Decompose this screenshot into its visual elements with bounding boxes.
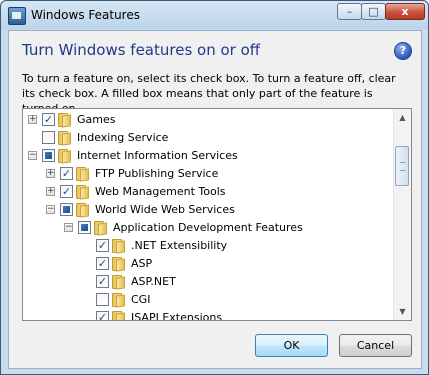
- folder-icon: [112, 257, 125, 272]
- feature-checkbox[interactable]: [42, 131, 55, 144]
- feature-row[interactable]: + ✓ FTP Publishing Service: [23, 165, 393, 183]
- feature-label: CGI: [131, 293, 151, 306]
- cancel-button[interactable]: Cancel: [339, 334, 412, 357]
- feature-checkbox[interactable]: [60, 203, 73, 216]
- help-icon[interactable]: ?: [394, 42, 412, 60]
- scroll-up-arrow-icon[interactable]: ▲: [396, 110, 409, 125]
- folder-icon: [112, 239, 125, 254]
- expand-icon[interactable]: +: [46, 187, 55, 196]
- feature-row[interactable]: ✓ .NET Extensibility: [23, 237, 393, 255]
- feature-checkbox[interactable]: ✓: [60, 167, 73, 180]
- feature-row[interactable]: ✓ ASP: [23, 255, 393, 273]
- folder-icon: [76, 167, 89, 182]
- feature-row[interactable]: − World Wide Web Services: [23, 201, 393, 219]
- feature-checkbox[interactable]: [96, 293, 109, 306]
- folder-icon: [58, 131, 71, 146]
- feature-label: Indexing Service: [77, 131, 169, 144]
- feature-row[interactable]: − Internet Information Services: [23, 147, 393, 165]
- scroll-thumb[interactable]: [395, 146, 409, 186]
- maximize-button[interactable]: □: [361, 3, 386, 20]
- title-bar[interactable]: Windows Features – □ x: [1, 1, 428, 30]
- feature-row[interactable]: + ✓ Games: [23, 111, 393, 129]
- dialog-body: Turn Windows features on or off ? To tur…: [8, 30, 422, 369]
- expand-icon[interactable]: +: [46, 169, 55, 178]
- feature-checkbox[interactable]: ✓: [96, 311, 109, 320]
- feature-row[interactable]: Indexing Service: [23, 129, 393, 147]
- windows-features-app-icon: [8, 7, 26, 25]
- feature-label: .NET Extensibility: [131, 239, 228, 252]
- feature-row[interactable]: − Application Development Features: [23, 219, 393, 237]
- collapse-icon[interactable]: −: [64, 223, 73, 232]
- expand-icon[interactable]: +: [28, 115, 37, 124]
- close-button[interactable]: x: [385, 3, 425, 20]
- folder-icon: [112, 275, 125, 290]
- feature-label: World Wide Web Services: [95, 203, 235, 216]
- ok-button[interactable]: OK: [255, 334, 328, 357]
- feature-checkbox[interactable]: [42, 149, 55, 162]
- folder-icon: [58, 149, 71, 164]
- feature-row[interactable]: + ✓ Web Management Tools: [23, 183, 393, 201]
- folder-icon: [112, 293, 125, 308]
- feature-label: ASP.NET: [131, 275, 176, 288]
- feature-label: ASP: [131, 257, 153, 270]
- feature-label: FTP Publishing Service: [95, 167, 219, 180]
- feature-label: Application Development Features: [113, 221, 303, 234]
- folder-icon: [76, 203, 89, 218]
- windows-features-dialog: Windows Features – □ x Turn Windows feat…: [0, 0, 429, 375]
- feature-row[interactable]: CGI: [23, 291, 393, 309]
- vertical-scrollbar[interactable]: ▲ ▼: [393, 109, 411, 320]
- feature-row[interactable]: ✓ ISAPI Extensions: [23, 309, 393, 321]
- folder-icon: [58, 113, 71, 128]
- scroll-down-arrow-icon[interactable]: ▼: [396, 304, 409, 319]
- feature-label: ISAPI Extensions: [131, 311, 223, 321]
- feature-label: Games: [77, 113, 116, 126]
- feature-checkbox[interactable]: ✓: [96, 257, 109, 270]
- feature-checkbox[interactable]: [78, 221, 91, 234]
- feature-label: Web Management Tools: [95, 185, 226, 198]
- feature-checkbox[interactable]: ✓: [60, 185, 73, 198]
- feature-row[interactable]: ✓ ASP.NET: [23, 273, 393, 291]
- feature-checkbox[interactable]: ✓: [96, 275, 109, 288]
- window-title: Windows Features: [31, 8, 140, 22]
- feature-label: Internet Information Services: [77, 149, 238, 162]
- folder-icon: [94, 221, 107, 236]
- folder-icon: [76, 185, 89, 200]
- feature-checkbox[interactable]: ✓: [96, 239, 109, 252]
- collapse-icon[interactable]: −: [46, 205, 55, 214]
- page-heading: Turn Windows features on or off: [22, 41, 261, 59]
- collapse-icon[interactable]: −: [28, 151, 37, 160]
- feature-checkbox[interactable]: ✓: [42, 113, 55, 126]
- folder-icon: [112, 311, 125, 320]
- features-tree[interactable]: + ✓ Games Indexing Service − Internet Informa…: [22, 108, 412, 321]
- minimize-button[interactable]: –: [337, 3, 362, 20]
